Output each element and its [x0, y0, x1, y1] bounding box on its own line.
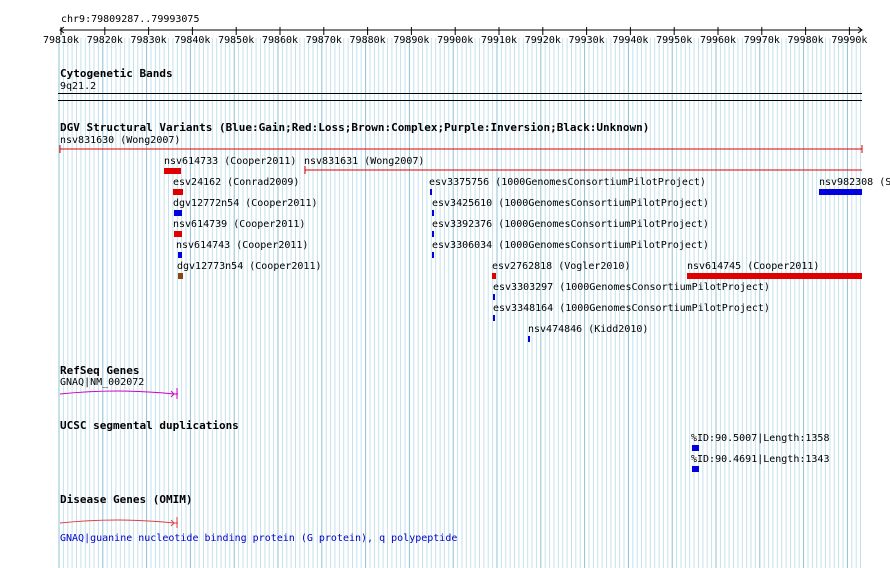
dgv-feature-label[interactable]: nsv614733 (Cooper2011) — [164, 156, 296, 167]
segdup-feature-label[interactable]: %ID:90.4691|Length:1343 — [691, 454, 829, 465]
segdup-feature-2[interactable] — [692, 466, 699, 472]
cytoband-track-title[interactable]: Cytogenetic Bands — [60, 68, 173, 80]
position-label: chr9:79809287..79993075 — [61, 14, 200, 25]
ruler-tick-label: 79860k — [261, 35, 299, 46]
dgv-feature-label[interactable]: esv2762818 (Vogler2010) — [492, 261, 630, 272]
dgv-feature-label[interactable]: nsv614745 (Cooper2011) — [687, 261, 819, 272]
ruler-tick-label: 79850k — [218, 35, 255, 46]
ruler-tick-label: 79830k — [130, 35, 167, 46]
dgv-feature-nsv831631[interactable] — [304, 166, 864, 174]
ruler-tick-label: 79810k — [42, 35, 80, 46]
dgv-feature-esv24162[interactable] — [173, 189, 183, 195]
dgv-feature-esv3392376[interactable] — [432, 231, 434, 237]
cytoband-label[interactable]: 9q21.2 — [60, 81, 96, 92]
ruler-tick-label: 79920k — [524, 35, 561, 46]
ruler-tick-label: 79880k — [349, 35, 386, 46]
dgv-feature-label[interactable]: nsv982308 (S — [819, 177, 890, 188]
dgv-feature-label[interactable]: esv3348164 (1000GenomesConsortiumPilotPr… — [493, 303, 770, 314]
ruler-tick-label: 79960k — [699, 35, 737, 46]
dgv-feature-label[interactable]: nsv614739 (Cooper2011) — [173, 219, 305, 230]
ruler-tick-label: 79970k — [743, 35, 780, 46]
ruler-tick-label: 79840k — [174, 35, 211, 46]
dgv-feature-esv3425610[interactable] — [432, 210, 434, 216]
dgv-feature-label[interactable]: esv3303297 (1000GenomesConsortiumPilotPr… — [493, 282, 770, 293]
dgv-feature-esv2762818[interactable] — [492, 273, 496, 279]
dgv-feature-nsv831630[interactable] — [59, 145, 864, 153]
dgv-feature-label[interactable]: dgv12772n54 (Cooper2011) — [173, 198, 318, 209]
segdup-feature-1[interactable] — [692, 445, 699, 451]
refseq-track-title[interactable]: RefSeq Genes — [60, 365, 139, 377]
dgv-feature-esv3303297[interactable] — [493, 294, 495, 300]
dgv-feature-label[interactable]: esv3375756 (1000GenomesConsortiumPilotPr… — [429, 177, 706, 188]
ruler-tick-label: 79870k — [305, 35, 342, 46]
dgv-feature-nsv474846[interactable] — [528, 336, 530, 342]
segdup-feature-label[interactable]: %ID:90.5007|Length:1358 — [691, 433, 829, 444]
dgv-feature-esv3306034[interactable] — [432, 252, 434, 258]
ruler-tick-label: 79820k — [86, 35, 123, 46]
dgv-feature-nsv614739[interactable] — [174, 231, 182, 237]
cytoband-line-top — [58, 93, 862, 94]
dgv-feature-nsv614743[interactable] — [178, 252, 182, 258]
dgv-feature-dgv12773n54[interactable] — [178, 273, 183, 279]
ruler-tick-label: 79950k — [656, 35, 693, 46]
dgv-track-title[interactable]: DGV Structural Variants (Blue:Gain;Red:L… — [60, 122, 649, 134]
ruler-tick-label: 79990k — [831, 35, 868, 46]
ruler-tick-label: 79940k — [612, 35, 649, 46]
ruler-tick-label: 79980k — [787, 35, 824, 46]
dgv-feature-nsv614733[interactable] — [164, 168, 181, 174]
dgv-feature-nsv982308[interactable] — [819, 189, 862, 195]
ruler-tick-label: 79900k — [437, 35, 474, 46]
refseq-gene-model[interactable] — [58, 387, 180, 399]
dgv-feature-label[interactable]: nsv474846 (Kidd2010) — [528, 324, 648, 335]
dgv-feature-label[interactable]: esv3306034 (1000GenomesConsortiumPilotPr… — [432, 240, 709, 251]
ruler-tick-label: 79930k — [568, 35, 605, 46]
dgv-feature-dgv12772n54[interactable] — [174, 210, 182, 216]
dgv-feature-label[interactable]: dgv12773n54 (Cooper2011) — [177, 261, 322, 272]
omim-track-title[interactable]: Disease Genes (OMIM) — [60, 494, 192, 506]
dgv-feature-label[interactable]: esv3425610 (1000GenomesConsortiumPilotPr… — [432, 198, 709, 209]
dgv-feature-label[interactable]: esv3392376 (1000GenomesConsortiumPilotPr… — [432, 219, 709, 230]
omim-gene-model[interactable] — [58, 516, 180, 528]
dgv-feature-esv3375756[interactable] — [430, 189, 432, 195]
segdup-track-title[interactable]: UCSC segmental duplications — [60, 420, 239, 432]
dgv-feature-label[interactable]: esv24162 (Conrad2009) — [173, 177, 299, 188]
omim-gene-label[interactable]: GNAQ|guanine nucleotide binding protein … — [60, 533, 457, 544]
cytoband-line-bottom — [58, 100, 862, 101]
dgv-feature-esv3348164[interactable] — [493, 315, 495, 321]
ruler-tick-label: 79910k — [480, 35, 518, 46]
dgv-feature-nsv614745[interactable] — [687, 273, 862, 279]
ruler-tick-label: 79890k — [393, 35, 430, 46]
dgv-feature-label[interactable]: nsv614743 (Cooper2011) — [176, 240, 308, 251]
